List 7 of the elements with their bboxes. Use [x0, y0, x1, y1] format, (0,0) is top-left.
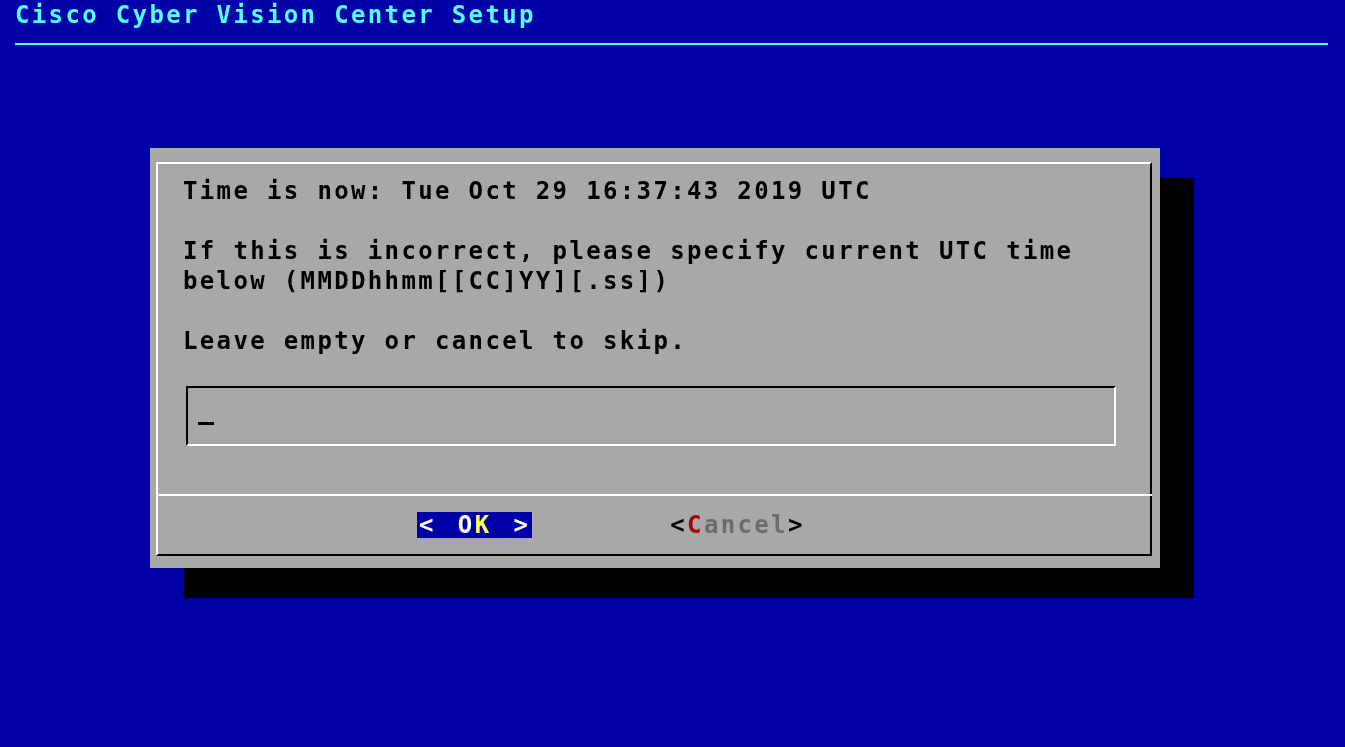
dialog-button[interactable]: < O K > — [417, 512, 533, 538]
dialog-text: If this is incorrect, please specify current UTC time below (MMDDhhmm[[CC]YY][.ss]) — [183, 236, 1075, 296]
dialog-button[interactable]: <C ancel> — [668, 512, 807, 538]
screen-title: Cisco Cyber Vision Center Setup — [15, 0, 536, 30]
dialog-text: Time is now: Tue Oct 29 16:37:43 2019 UTC — [183, 176, 873, 206]
dialog-text: Leave empty or cancel to skip. — [183, 326, 688, 356]
input-field[interactable] — [186, 386, 1116, 446]
